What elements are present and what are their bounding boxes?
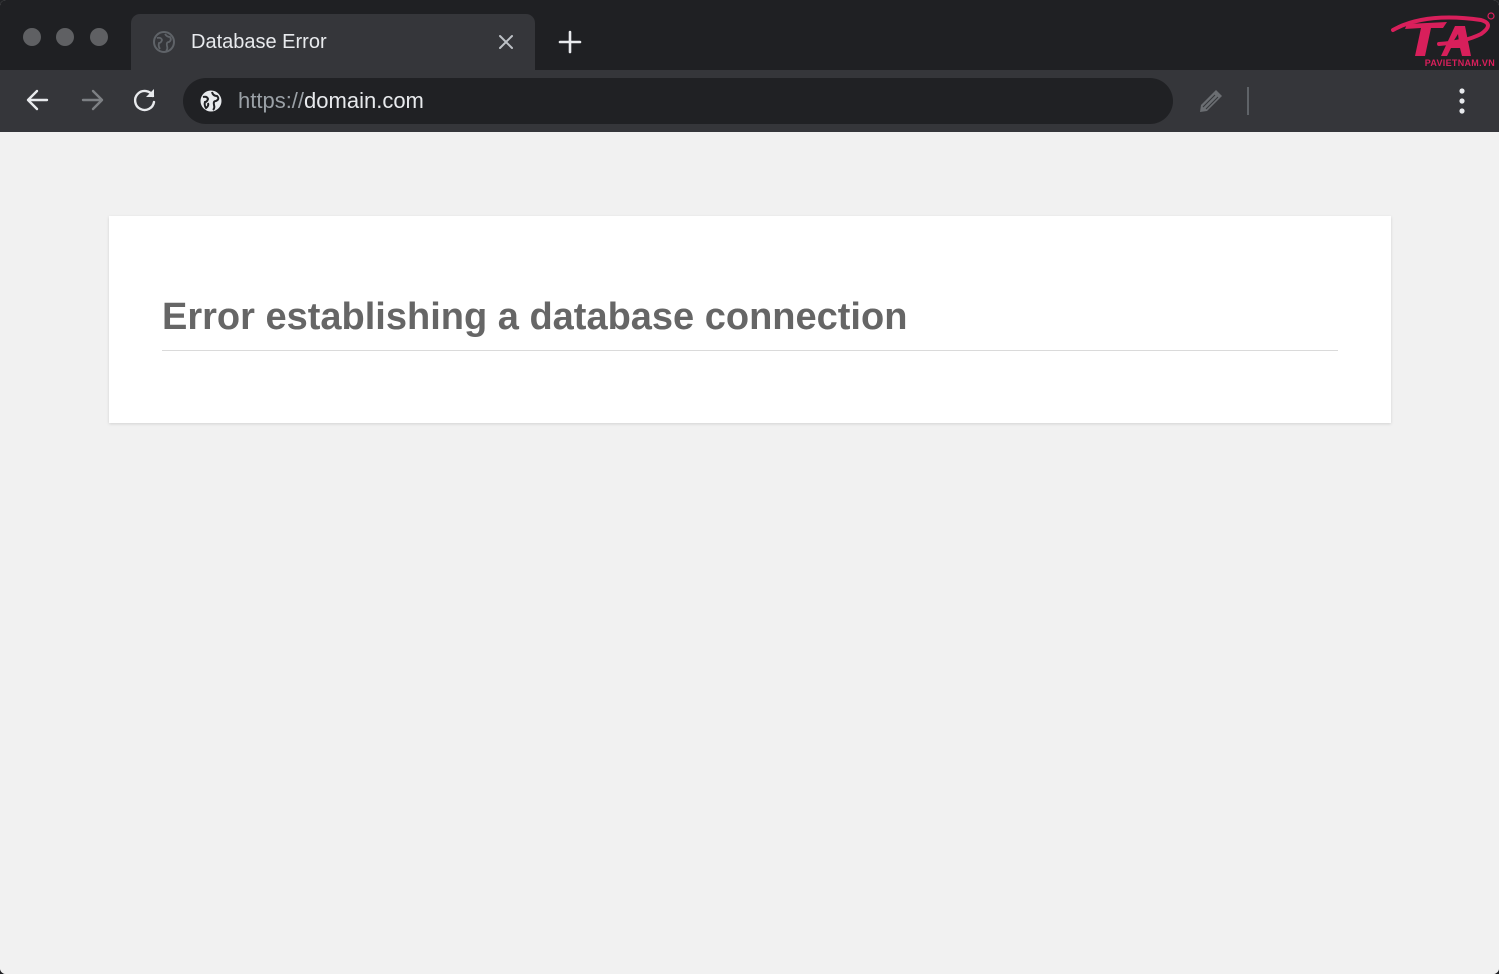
globe-icon xyxy=(153,31,175,53)
window-close-button[interactable] xyxy=(23,28,41,46)
vertical-dots-icon[interactable] xyxy=(1448,85,1476,117)
close-icon[interactable] xyxy=(495,31,517,53)
window-minimize-button[interactable] xyxy=(56,28,74,46)
arrow-left-icon[interactable] xyxy=(23,85,53,115)
error-heading: Error establishing a database connection xyxy=(162,294,1338,351)
tab-title: Database Error xyxy=(191,31,327,53)
window-zoom-button[interactable] xyxy=(90,28,108,46)
url-scheme: https:// xyxy=(238,88,305,113)
reload-icon[interactable] xyxy=(130,85,160,115)
browser-toolbar: https://domain.com xyxy=(0,70,1499,132)
tab-active[interactable]: Database Error xyxy=(131,14,535,70)
browser-window: Database Error PAVIETNAM.VN https://doma… xyxy=(0,0,1499,974)
toolbar-separator xyxy=(1247,87,1249,115)
arrow-right-icon[interactable] xyxy=(77,85,107,115)
tab-strip: Database Error PAVIETNAM.VN xyxy=(0,0,1499,70)
url-host: domain.com xyxy=(304,88,424,113)
address-bar[interactable]: https://domain.com xyxy=(183,78,1173,124)
watermark-text: PAVIETNAM.VN xyxy=(1424,58,1495,68)
page-content: Error establishing a database connection xyxy=(0,132,1499,974)
globe-icon[interactable] xyxy=(199,89,223,113)
pencil-icon[interactable] xyxy=(1196,86,1226,116)
error-card: Error establishing a database connection xyxy=(109,216,1391,423)
plus-icon[interactable] xyxy=(556,28,584,56)
url-text[interactable]: https://domain.com xyxy=(238,87,424,115)
